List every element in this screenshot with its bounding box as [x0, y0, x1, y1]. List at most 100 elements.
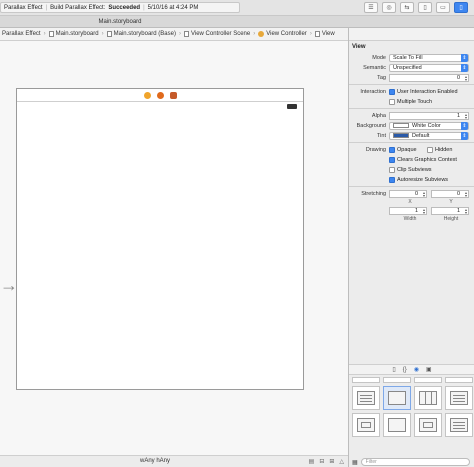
storyboard-canvas[interactable]: →: [0, 41, 348, 455]
tint-popup[interactable]: Default ⇕: [389, 131, 469, 140]
crumb-storyboard-base[interactable]: Main.storyboard (Base): [106, 31, 176, 37]
library-item[interactable]: [352, 377, 380, 383]
build-status-prefix: Build Parallax Effect:: [50, 4, 106, 11]
opaque-label: Opaque: [397, 146, 417, 153]
background-value: White Color: [412, 122, 441, 129]
semantic-row: Semantic Unspecified ⇕: [349, 63, 474, 72]
stepper-icon[interactable]: ▴ ▾: [423, 207, 425, 214]
library-item[interactable]: [414, 377, 442, 383]
library-filter: ▦ Filter: [352, 458, 470, 466]
crumb-view-controller-label: View Controller: [266, 31, 307, 37]
first-responder-icon[interactable]: [156, 91, 164, 99]
semantic-popup[interactable]: Unspecified ⇕: [389, 63, 469, 72]
stack-icon[interactable]: ▤: [309, 458, 315, 465]
grid-view-icon[interactable]: ▦: [352, 459, 358, 466]
tag-value: 0: [456, 74, 460, 81]
divider: [349, 142, 474, 143]
stepper-icon[interactable]: ▴ ▾: [465, 74, 467, 81]
object-library-icon[interactable]: ◉: [414, 366, 419, 373]
view-controller-scene[interactable]: [16, 88, 304, 390]
pin-icon[interactable]: ⊞: [329, 458, 334, 465]
exit-icon[interactable]: [169, 91, 177, 99]
standard-editor-button[interactable]: ☰: [364, 2, 378, 13]
view-controller-icon: [388, 391, 406, 405]
build-status-time: 5/10/16 at 4:24 PM: [147, 4, 199, 11]
navigator-toggle-button[interactable]: ▯: [418, 2, 432, 13]
tag-field[interactable]: 0 ▴ ▾: [389, 73, 469, 82]
interaction-label: Interaction: [360, 88, 386, 95]
utilities-toggle-button[interactable]: ▯: [454, 2, 468, 13]
crumb-view-controller[interactable]: View Controller: [258, 31, 307, 37]
chevron-right-icon: ›: [178, 31, 181, 37]
user-interaction-checkbox[interactable]: User Interaction Enabled: [389, 88, 458, 95]
filter-input[interactable]: Filter: [360, 458, 470, 466]
section-title-view: View: [352, 44, 366, 50]
version-editor-button[interactable]: ⇆: [400, 2, 414, 13]
crumb-view-label: View: [321, 31, 335, 37]
chevron-updown-icon: ⇕: [461, 121, 468, 130]
crumb-view[interactable]: View: [314, 31, 335, 37]
background-popup[interactable]: White Color ⇕: [389, 121, 469, 130]
stepper-icon[interactable]: ▴ ▾: [465, 112, 467, 119]
mode-popup[interactable]: Scale To Fill ⇕: [389, 53, 469, 62]
scheme-name[interactable]: Parallax Effect: [4, 5, 43, 11]
clears-graphics-checkbox[interactable]: Clears Graphics Context: [389, 156, 457, 163]
hidden-checkbox[interactable]: Hidden: [427, 146, 452, 153]
stretch-x-field[interactable]: 0 ▴ ▾: [389, 189, 427, 198]
chevron-right-icon: ›: [309, 31, 312, 37]
inspector-tabs: [349, 28, 474, 41]
library-item-table-view-controller[interactable]: [445, 386, 473, 410]
toolbar-buttons: ☰ ◎ ⇆ ▯ ▭ ▯: [364, 2, 468, 13]
autoresize-checkbox[interactable]: Autoresize Subviews: [389, 176, 449, 183]
attributes-inspector: View Mode Scale To Fill ⇕ Semantic Unspec…: [348, 28, 474, 467]
clip-subviews-checkbox[interactable]: Clip Subviews: [389, 166, 432, 173]
mode-value: Scale To Fill: [393, 54, 423, 61]
stretch-height-field[interactable]: 1 ▴ ▾: [431, 206, 469, 215]
file-template-icon[interactable]: ▯: [392, 366, 395, 373]
stretch-width-field[interactable]: 1 ▴ ▾: [389, 206, 427, 215]
crumb-project[interactable]: Parallax Effect: [2, 31, 41, 37]
crumb-scene[interactable]: View Controller Scene: [183, 31, 250, 37]
library-item-page-view-controller[interactable]: [383, 413, 411, 437]
debug-toggle-button[interactable]: ▭: [436, 2, 450, 13]
library-item[interactable]: [445, 377, 473, 383]
assistant-editor-button[interactable]: ◎: [382, 2, 396, 13]
checkbox-checked-icon: [389, 146, 395, 153]
crumb-project-label: Parallax Effect: [2, 31, 41, 37]
stepper-icon[interactable]: ▴ ▾: [465, 207, 467, 214]
opaque-checkbox[interactable]: Opaque: [389, 146, 427, 153]
stretching-wh-row: 1 ▴ ▾ 1 ▴ ▾: [349, 206, 474, 215]
library-item-navigation-controller[interactable]: [352, 386, 380, 410]
view-controller-icon[interactable]: [143, 91, 151, 99]
crumb-storyboard[interactable]: Main.storyboard: [48, 31, 99, 37]
library-item-container[interactable]: [352, 413, 380, 437]
checkbox-unchecked-icon: [389, 98, 395, 105]
color-swatch: [393, 123, 409, 128]
library-item-view-controller[interactable]: [383, 386, 411, 410]
library-item-split-view[interactable]: [445, 413, 473, 437]
multiple-touch-checkbox[interactable]: Multiple Touch: [389, 98, 432, 105]
build-status-result: Succeeded: [108, 4, 141, 11]
stepper-icon[interactable]: ▴ ▾: [423, 190, 425, 197]
media-library-icon[interactable]: ▣: [426, 366, 432, 373]
mode-row: Mode Scale To Fill ⇕: [349, 53, 474, 62]
size-class-button[interactable]: wAny hAny: [140, 458, 170, 464]
alpha-field[interactable]: 1 ▴ ▾: [389, 111, 469, 120]
stepper-icon[interactable]: ▴ ▾: [465, 190, 467, 197]
alpha-label: Alpha: [371, 112, 386, 119]
code-snippet-icon[interactable]: {}: [403, 367, 407, 373]
align-icon[interactable]: ⊟: [319, 458, 324, 465]
tab-main-storyboard[interactable]: Main.storyboard: [0, 16, 240, 28]
alpha-row: Alpha 1 ▴ ▾: [349, 111, 474, 120]
divider: [349, 108, 474, 109]
resolve-icon[interactable]: △: [339, 458, 344, 465]
drawing-row: Drawing Opaque Hidden: [349, 145, 474, 154]
library-item-glkit[interactable]: [414, 413, 442, 437]
library-item[interactable]: [383, 377, 411, 383]
autoresize-label: Autoresize Subviews: [397, 176, 449, 183]
canvas-bottom-bar: wAny hAny ▤ ⊟ ⊞ △: [0, 455, 348, 467]
stretch-y-field[interactable]: 0 ▴ ▾: [431, 189, 469, 198]
library-item-collection-view-controller[interactable]: [414, 386, 442, 410]
chevron-right-icon: ›: [253, 31, 256, 37]
divider: [349, 84, 474, 85]
